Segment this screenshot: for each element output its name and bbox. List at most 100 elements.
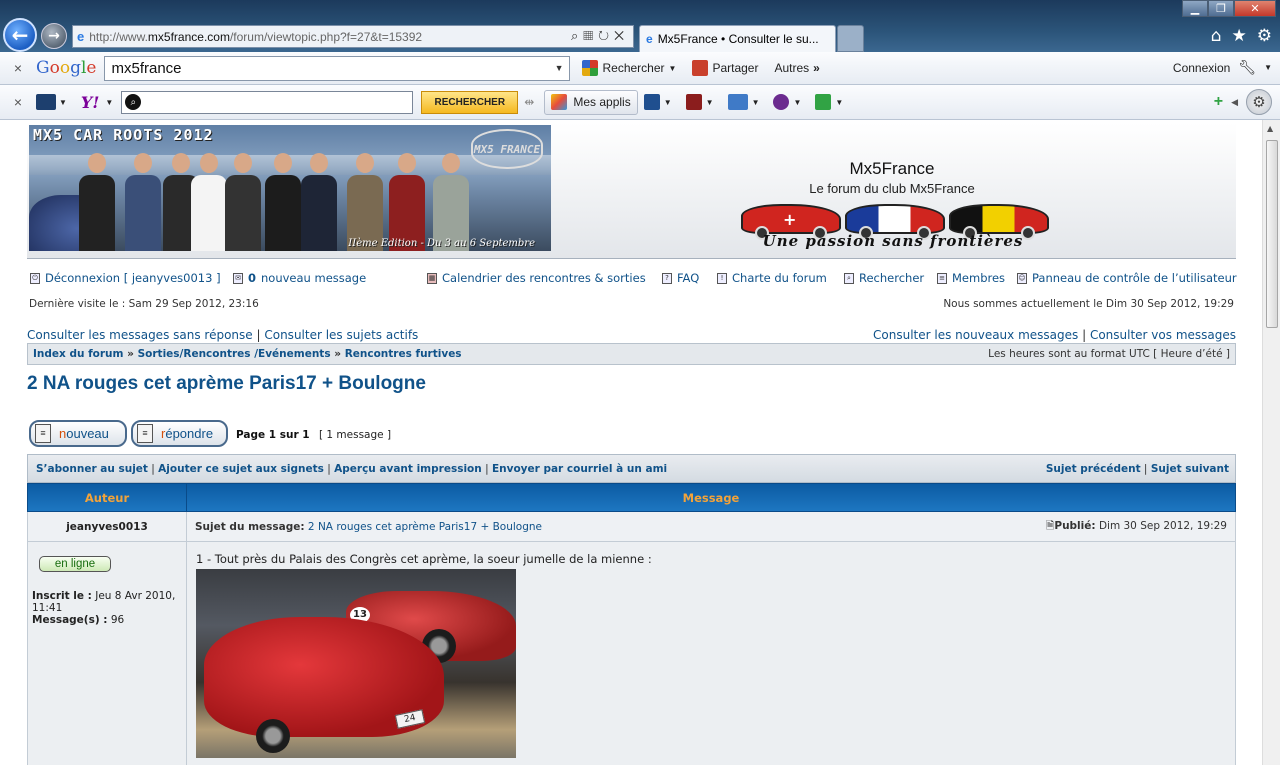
toolbar-grip-icon[interactable]: ⇹	[524, 95, 534, 109]
toolbar-settings-button[interactable]: ⚙	[1246, 89, 1272, 115]
settings-gear-icon[interactable]: ⚙	[1257, 26, 1272, 46]
partager-button[interactable]: Partager	[688, 57, 762, 79]
add-plus-icon[interactable]: +	[1214, 93, 1223, 111]
chevron-down-icon[interactable]: ▼	[664, 98, 672, 107]
chevron-down-icon[interactable]: ▼	[835, 98, 843, 107]
vertical-scrollbar[interactable]: ▲	[1262, 120, 1280, 765]
chevron-down-icon[interactable]: ▼	[1264, 63, 1272, 72]
forward-button[interactable]: →	[41, 23, 67, 49]
subscribe-link[interactable]: S’abonner au sujet	[36, 463, 148, 475]
autres-button[interactable]: Autres »	[770, 58, 823, 78]
calendar-link[interactable]: ▦ Calendrier des rencontres & sorties	[427, 271, 646, 285]
forum-banner[interactable]: MX5 CAR ROOTS 2012 MX5 FRANCE IIème Edit…	[29, 125, 551, 251]
mail-icon[interactable]	[727, 94, 748, 110]
tab-active[interactable]: e Mx5France • Consulter le su...	[639, 25, 836, 52]
scroll-up-icon[interactable]: ▲	[1267, 124, 1273, 133]
info-icon: !	[717, 272, 727, 284]
chevron-down-icon[interactable]: ▼	[793, 98, 801, 107]
connexion-link[interactable]: Connexion	[1173, 61, 1230, 75]
author-column-header: Auteur	[27, 483, 187, 512]
yahoo-search-button-label: RECHERCHER	[434, 96, 506, 108]
ie-page-icon: e	[77, 29, 85, 44]
refresh-icon[interactable]: ↻	[598, 28, 614, 43]
belgian-flag-car	[949, 204, 1049, 240]
search-icon[interactable]: ⌕	[571, 28, 583, 43]
messenger-icon[interactable]	[773, 94, 790, 110]
unanswered-link[interactable]: Consulter les messages sans réponse	[27, 328, 253, 342]
scroll-left-icon[interactable]: ◀	[1231, 97, 1238, 108]
breadcrumb-category[interactable]: Sorties/Rencontres /Evénements	[138, 348, 331, 360]
banner-person	[79, 153, 115, 251]
control-panel-link[interactable]: ☺ Panneau de contrôle de l’utilisateur	[1017, 271, 1237, 285]
close-window-button[interactable]: ✕	[1234, 0, 1276, 17]
rechercher-label: Rechercher	[602, 61, 665, 75]
breadcrumb-forum[interactable]: Rencontres furtives	[345, 348, 462, 360]
post-content-cell: 1 - Tout près du Palais des Congrès cet …	[186, 541, 1236, 765]
members-link[interactable]: ≡ Membres	[937, 271, 1005, 285]
charter-link[interactable]: ! Charte du forum	[717, 271, 827, 285]
mes-applis-button[interactable]: Mes applis	[544, 89, 638, 115]
next-topic-link[interactable]: Sujet suivant	[1151, 463, 1229, 475]
bookmark-link[interactable]: Ajouter ce sujet aux signets	[158, 463, 324, 475]
tv-icon[interactable]	[36, 94, 56, 110]
chevron-down-icon[interactable]: ▼	[706, 98, 714, 107]
post-subject-link[interactable]: 2 NA rouges cet aprème Paris17 + Boulogn…	[308, 521, 542, 533]
author-profile-cell: en ligne Inscrit le : Jeu 8 Avr 2010, 11…	[27, 541, 187, 765]
post-author[interactable]: jeanyves0013	[27, 511, 187, 542]
timezone-info: Les heures sont au format UTC [ Heure d’…	[988, 348, 1230, 360]
page-icon: ≡	[35, 424, 51, 443]
email-link[interactable]: Envoyer par courriel à un ami	[492, 463, 667, 475]
favorites-star-icon[interactable]: ★	[1232, 26, 1247, 46]
logout-label: Déconnexion [ jeanyves0013 ]	[45, 271, 221, 285]
breadcrumb-index[interactable]: Index du forum	[33, 348, 123, 360]
banner-person	[191, 153, 227, 251]
post-photo[interactable]: 13 24	[196, 569, 516, 758]
chevron-down-icon[interactable]: ▼	[105, 98, 113, 107]
banner-person	[433, 153, 469, 251]
minimize-button[interactable]: ▁	[1182, 0, 1208, 17]
google-toolbar: × Google mx5france ▼ Rechercher ▼ Partag…	[0, 52, 1280, 85]
back-button[interactable]: ←	[3, 18, 37, 52]
search-link[interactable]: ⌕ Rechercher	[844, 271, 924, 285]
home-icon[interactable]: ⌂	[1211, 26, 1222, 46]
print-link[interactable]: Aperçu avant impression	[334, 463, 482, 475]
active-topics-link[interactable]: Consulter les sujets actifs	[264, 328, 418, 342]
chevron-down-icon[interactable]: ▼	[555, 63, 564, 73]
stop-icon[interactable]: ✕	[614, 28, 629, 43]
new-topic-button[interactable]: ≡ nouveau	[29, 420, 127, 447]
new-posts-link[interactable]: Consulter les nouveaux messages	[873, 328, 1078, 342]
logout-link[interactable]: ⏻ Déconnexion [ jeanyves0013 ]	[30, 271, 221, 285]
compat-view-icon[interactable]: ▦	[583, 28, 598, 43]
chevron-down-icon[interactable]: ▼	[59, 98, 67, 107]
yahoo-toolbar: × ▼ Y! ▼ ⌕ RECHERCHER ⇹ Mes applis ▼ ▼ ▼…	[0, 85, 1280, 120]
close-toolbar-icon[interactable]: ×	[0, 94, 36, 110]
search-label: Rechercher	[859, 271, 925, 285]
faq-label: FAQ	[677, 271, 700, 285]
share-icon	[692, 60, 709, 76]
google-search-input[interactable]: mx5france ▼	[104, 55, 571, 81]
faq-link[interactable]: ? FAQ	[662, 271, 699, 285]
new-messages-link[interactable]: ✉ 0 nouveau message	[233, 271, 366, 285]
media-icon[interactable]	[643, 94, 660, 110]
yahoo-search-input[interactable]: ⌕	[121, 90, 414, 114]
new-tab-button[interactable]	[837, 25, 864, 52]
french-flag-car	[845, 204, 945, 240]
maximize-button[interactable]: ❐	[1208, 0, 1234, 17]
reply-button[interactable]: ≡ répondre	[131, 420, 228, 447]
yahoo-search-button[interactable]: RECHERCHER	[421, 90, 519, 114]
wrench-icon[interactable]: 🔧︎	[1238, 59, 1256, 76]
google-rechercher-button[interactable]: Rechercher ▼	[578, 57, 680, 79]
topic-actions-bar: S’abonner au sujet | Ajouter ce sujet au…	[27, 454, 1236, 483]
widget-icon[interactable]	[815, 94, 832, 110]
chevron-down-icon[interactable]: ▼	[752, 98, 760, 107]
message-column-header: Message	[186, 483, 1236, 512]
previous-topic-link[interactable]: Sujet précédent	[1046, 463, 1141, 475]
scrollbar-thumb[interactable]	[1266, 140, 1278, 328]
address-bar[interactable]: e http://www. mx5france.com/forum/viewtop…	[72, 25, 634, 48]
yahoo-logo[interactable]: Y!	[81, 93, 99, 112]
notes-icon[interactable]	[685, 94, 702, 110]
close-toolbar-icon[interactable]: ×	[0, 60, 36, 76]
page-title[interactable]: 2 NA rouges cet aprème Paris17 + Boulogn…	[27, 373, 426, 395]
post-table: Auteur Message jeanyves0013 Sujet du mes…	[27, 483, 1236, 765]
your-posts-link[interactable]: Consulter vos messages	[1090, 328, 1236, 342]
